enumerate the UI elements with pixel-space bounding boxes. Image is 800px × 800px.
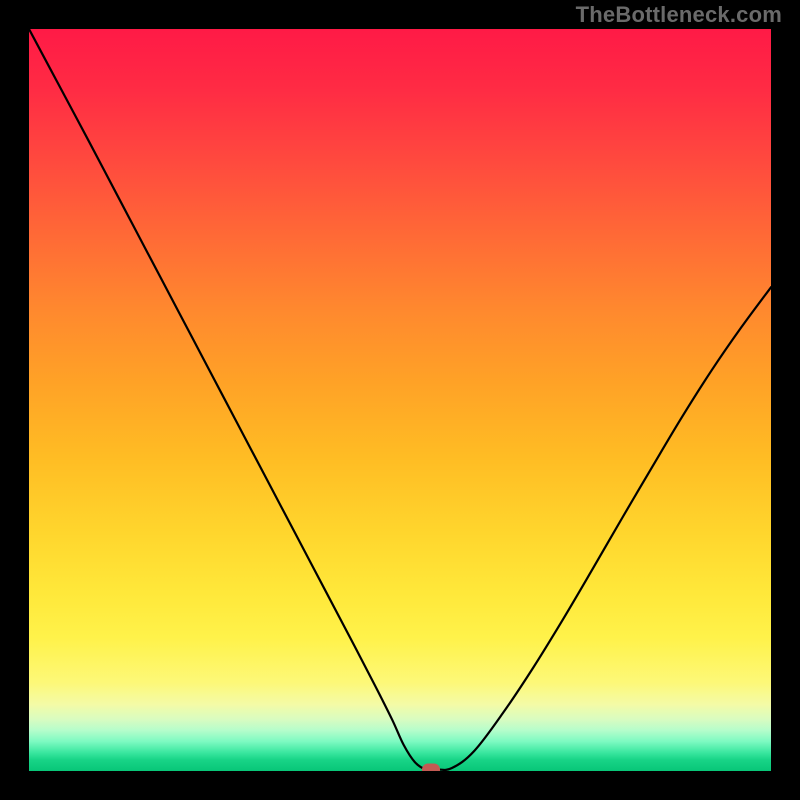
plot-area bbox=[29, 29, 771, 771]
chart-frame: TheBottleneck.com bbox=[0, 0, 800, 800]
watermark-text: TheBottleneck.com bbox=[576, 2, 782, 28]
optimal-marker bbox=[422, 763, 440, 771]
bottleneck-curve bbox=[29, 29, 771, 771]
